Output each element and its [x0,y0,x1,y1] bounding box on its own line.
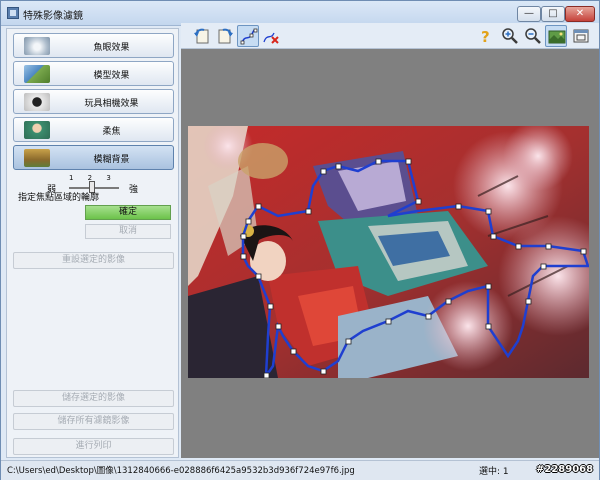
help-button[interactable]: ? [475,25,497,47]
miniature-effect-button[interactable]: 模型效果 [13,61,174,86]
fit-image-icon [548,30,566,44]
confirm-button[interactable]: 確定 [85,205,171,220]
toy-camera-effect-button[interactable]: 玩具相機效果 [13,89,174,114]
cancel-button[interactable]: 取消 [85,224,171,239]
blur-background-icon [24,149,50,167]
zoom-out-icon [525,28,541,44]
fisheye-effect-button[interactable]: 魚眼效果 [13,33,174,58]
toy-camera-icon [24,93,50,111]
maximize-button[interactable]: □ [541,6,565,22]
slider-strong-label: 強 [129,185,139,195]
close-button[interactable]: ✕ [565,6,595,22]
svg-text:?: ? [481,28,490,45]
delete-outline-button[interactable] [260,25,282,47]
full-view-icon [573,29,589,43]
effect-label: 模型效果 [93,71,130,81]
save-all-button[interactable]: 儲存所有濾鏡影像 [13,413,174,430]
full-view-button[interactable] [570,25,592,47]
zoom-in-button[interactable] [499,25,521,47]
fisheye-icon [24,37,50,55]
draw-outline-icon [240,28,258,45]
delete-outline-icon [263,32,279,44]
file-path: C:\Users\ed\Desktop\圖像\1312840666-e02888… [7,466,355,476]
window-title: 特殊影像濾鏡 [23,11,83,22]
app-icon [7,7,19,19]
instruction-text: 指定焦點區域的輪廓 [18,193,100,203]
rotate-left-button[interactable] [191,25,213,47]
effect-label: 模糊背景 [93,155,130,165]
effect-label: 玩具相機效果 [84,99,139,109]
effect-label: 柔焦 [102,127,121,137]
minimize-button[interactable]: — [517,6,541,22]
effects-panel: 魚眼效果 模型效果 玩具相機效果 柔焦 模糊背景 弱 1 2 3 強 指定焦點區… [6,28,179,458]
help-icon: ? [481,28,490,45]
effect-label: 魚眼效果 [93,43,130,53]
photo-svg [188,126,589,378]
soft-focus-effect-button[interactable]: 柔焦 [13,117,174,142]
zoom-in-icon [502,28,518,44]
selection-count: 選中: 1 [479,467,509,477]
soft-focus-icon [24,121,50,139]
zoom-out-button[interactable] [522,25,544,47]
watermark-id: #2289068 [536,464,594,475]
rotate-right-button[interactable] [214,25,236,47]
rotate-right-icon [218,28,233,44]
print-button[interactable]: 進行列印 [13,438,174,455]
status-bar: C:\Users\ed\Desktop\圖像\1312840666-e02888… [1,460,599,480]
save-selected-button[interactable]: 儲存選定的影像 [13,390,174,407]
rotate-left-icon [194,28,209,44]
draw-outline-button[interactable] [237,25,259,47]
reset-image-button[interactable]: 重設選定的影像 [13,252,174,269]
blur-background-effect-button[interactable]: 模糊背景 [13,145,174,170]
fit-image-button[interactable] [545,25,567,47]
miniature-icon [24,65,50,83]
photo-preview[interactable] [188,126,589,378]
app-window: 特殊影像濾鏡 — □ ✕ 魚眼效果 模型效果 玩具相機效果 柔焦 模糊背景 弱 … [0,0,600,480]
image-toolbar: ? [181,23,599,49]
image-canvas[interactable] [181,49,599,458]
